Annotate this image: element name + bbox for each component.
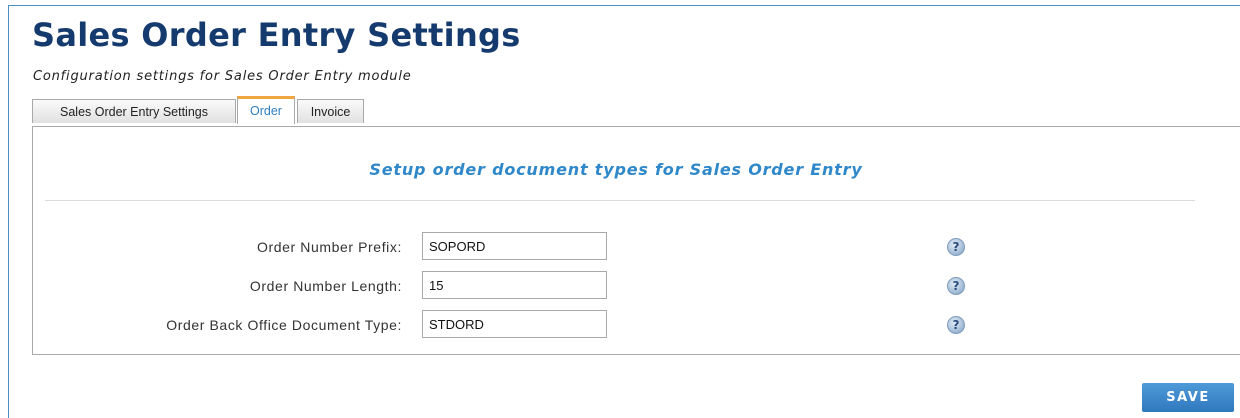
- order-number-length-label: Order Number Length:: [249, 278, 402, 294]
- tab-order[interactable]: Order: [237, 96, 295, 124]
- page-title: Sales Order Entry Settings: [32, 16, 521, 54]
- order-number-length-input[interactable]: [422, 271, 607, 299]
- divider: [45, 200, 1195, 201]
- settings-panel: Setup order document types for Sales Ord…: [32, 126, 1240, 355]
- order-back-office-document-type-input[interactable]: [422, 310, 607, 338]
- tab-sales-order-entry-settings[interactable]: Sales Order Entry Settings: [32, 99, 236, 123]
- panel-heading: Setup order document types for Sales Ord…: [369, 160, 863, 179]
- order-back-office-document-type-label: Order Back Office Document Type:: [166, 317, 402, 333]
- frame-top-border: [8, 5, 1240, 6]
- tab-invoice[interactable]: Invoice: [297, 99, 364, 123]
- save-button[interactable]: SAVE: [1142, 383, 1234, 412]
- order-number-prefix-label: Order Number Prefix:: [256, 239, 402, 255]
- question-icon[interactable]: ?: [947, 316, 965, 334]
- page-subtitle: Configuration settings for Sales Order E…: [33, 69, 412, 84]
- tab-bar: Sales Order Entry Settings Order Invoice: [32, 96, 632, 127]
- question-icon[interactable]: ?: [947, 277, 965, 295]
- question-icon[interactable]: ?: [947, 238, 965, 256]
- order-number-prefix-input[interactable]: [422, 232, 607, 260]
- frame-left-border: [8, 5, 9, 418]
